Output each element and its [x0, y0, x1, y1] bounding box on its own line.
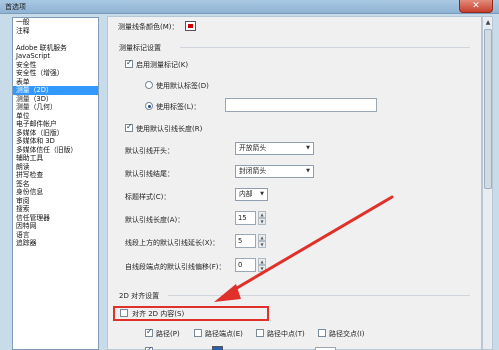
snap-endpoint-checkbox[interactable] — [194, 329, 202, 337]
snap-path-label: 路径(P) — [156, 330, 180, 338]
spin-down-icon[interactable]: ▼ — [258, 265, 266, 272]
snap-intersection-label: 路径交点(I) — [329, 330, 365, 338]
leader-start-value: 开放箭头 — [239, 144, 267, 152]
caption-style-label: 标题样式(C)： — [125, 193, 171, 201]
snap-endpoint-label: 路径端点(E) — [205, 330, 243, 338]
scroll-thumb[interactable] — [484, 29, 492, 189]
sidebar-item[interactable]: 测量（2D） — [13, 86, 98, 95]
annotation-highlight-box — [113, 306, 269, 321]
sidebar-item[interactable]: 因特网 — [13, 222, 98, 231]
leader-length-value: 15 — [238, 214, 247, 222]
leader-offset-spinner[interactable]: ▲ ▼ — [258, 258, 266, 272]
title-bar: 首选项 ✕ — [0, 0, 499, 14]
close-icon: ✕ — [472, 1, 480, 11]
sidebar-item[interactable]: 语言 — [13, 231, 98, 240]
enable-markup-checkbox[interactable] — [125, 58, 133, 68]
sidebar-item[interactable]: 安全性 — [13, 61, 98, 70]
scroll-up-icon[interactable]: ▲ — [483, 17, 493, 28]
section-divider — [180, 47, 470, 48]
markup-section-title: 测量标记设置 — [119, 44, 161, 52]
enable-markup-label: 启用测量标记(K) — [136, 61, 189, 69]
sidebar-item[interactable]: 测量（3D） — [13, 95, 98, 104]
sidebar-item[interactable]: 追踪器 — [13, 239, 98, 248]
leader-ext-spinner[interactable]: ▲ ▼ — [258, 234, 266, 248]
sidebar-item[interactable]: 测量（几何） — [13, 103, 98, 112]
sidebar-item[interactable]: Adobe 联机服务 — [13, 44, 98, 53]
sidebar-item[interactable]: 辅助工具 — [13, 154, 98, 163]
category-list[interactable]: 一般 注释 Adobe 联机服务 JavaScript 安全性 安全性（增强） 表单 测量（2… — [12, 17, 99, 350]
sidebar-item[interactable]: 表单 — [13, 78, 98, 87]
snap-midpoint-label: 路径中点(T) — [267, 330, 305, 338]
sidebar-item[interactable]: JavaScript — [13, 52, 98, 61]
leader-start-label: 默认引线开头： — [125, 147, 174, 155]
default-label-radio-label: 使用默认标签(D) — [156, 82, 209, 90]
leader-length-label: 默认引线长度(A)： — [125, 216, 185, 224]
caption-style-select[interactable]: 内部 ▼ — [235, 188, 268, 201]
spin-up-icon[interactable]: ▲ — [258, 234, 266, 241]
sidebar-item[interactable]: 多媒体（旧版） — [13, 129, 98, 138]
section-divider — [168, 295, 470, 296]
default-label-radio[interactable] — [145, 81, 153, 89]
sidebar-item[interactable]: 注释 — [13, 27, 98, 36]
leader-offset-label: 自线段端点的默认引线偏移(F)： — [125, 263, 226, 271]
sidebar-item[interactable]: 信任管理器 — [13, 214, 98, 223]
snap-intersection-checkbox[interactable] — [318, 329, 326, 337]
leader-end-value: 封闭箭头 — [239, 167, 267, 175]
spin-down-icon[interactable]: ▼ — [258, 218, 266, 225]
sidebar-item[interactable]: 身份信息 — [13, 188, 98, 197]
line-color-fill — [188, 24, 193, 28]
chevron-down-icon: ▼ — [306, 168, 310, 174]
line-color-swatch[interactable] — [185, 21, 196, 31]
sidebar-item[interactable]: 一般 — [13, 18, 98, 27]
leader-start-select[interactable]: 开放箭头 ▼ — [235, 142, 314, 155]
sidebar-item[interactable]: 审阅 — [13, 197, 98, 206]
close-button[interactable]: ✕ — [459, 0, 493, 13]
sidebar-item[interactable]: 电子邮件帐户 — [13, 120, 98, 129]
chevron-down-icon: ▼ — [260, 191, 264, 197]
sidebar-item[interactable]: 签名 — [13, 180, 98, 189]
caption-style-value: 内部 — [239, 190, 253, 198]
default-leader-checkbox[interactable] — [125, 122, 133, 132]
leader-offset-value: 0 — [238, 261, 243, 269]
sidebar-item[interactable]: 拼写检查 — [13, 171, 98, 180]
use-label-radio-label: 使用标签(L)： — [156, 103, 201, 111]
label-text-input[interactable] — [225, 98, 377, 112]
snap-path-checkbox[interactable] — [145, 327, 153, 337]
default-leader-label: 使用默认引线长度(R) — [136, 125, 203, 133]
use-label-radio[interactable] — [145, 102, 153, 110]
leader-length-input[interactable]: 15 — [235, 211, 256, 225]
leader-end-label: 默认引线结尾： — [125, 170, 174, 178]
spin-down-icon[interactable]: ▼ — [258, 241, 266, 248]
sidebar-item[interactable]: 朗读 — [13, 163, 98, 172]
panel-scrollbar[interactable]: ▲ — [482, 16, 493, 350]
spin-up-icon[interactable]: ▲ — [258, 211, 266, 218]
leader-length-spinner[interactable]: ▲ ▼ — [258, 211, 266, 225]
sidebar-item[interactable]: 多媒体信任（旧版） — [13, 146, 98, 155]
leader-ext-value: 5 — [238, 237, 243, 245]
leader-offset-input[interactable]: 0 — [235, 258, 256, 272]
settings-panel: 测量线条颜色(M)： 测量标记设置 启用测量标记(K) 使用默认标签(D) 使用… — [107, 16, 482, 350]
spin-up-icon[interactable]: ▲ — [258, 258, 266, 265]
leader-end-select[interactable]: 封闭箭头 ▼ — [235, 165, 314, 178]
sidebar-item[interactable]: 搜索 — [13, 205, 98, 214]
snap-midpoint-checkbox[interactable] — [256, 329, 264, 337]
leader-ext-input[interactable]: 5 — [235, 234, 256, 248]
snap-section-title: 2D 对齐设置 — [119, 292, 160, 300]
chevron-down-icon: ▼ — [306, 145, 310, 151]
leader-ext-label: 线段上方的默认引线延长(X)： — [125, 239, 220, 247]
line-color-label: 测量线条颜色(M)： — [118, 23, 179, 31]
sidebar-item[interactable]: 多媒体和 3D — [13, 137, 98, 146]
sidebar-item[interactable]: 单位 — [13, 112, 98, 121]
sidebar-item[interactable]: 安全性（增强） — [13, 69, 98, 78]
snap-color-swatch[interactable] — [212, 346, 223, 350]
window-title: 首选项 — [5, 3, 26, 11]
